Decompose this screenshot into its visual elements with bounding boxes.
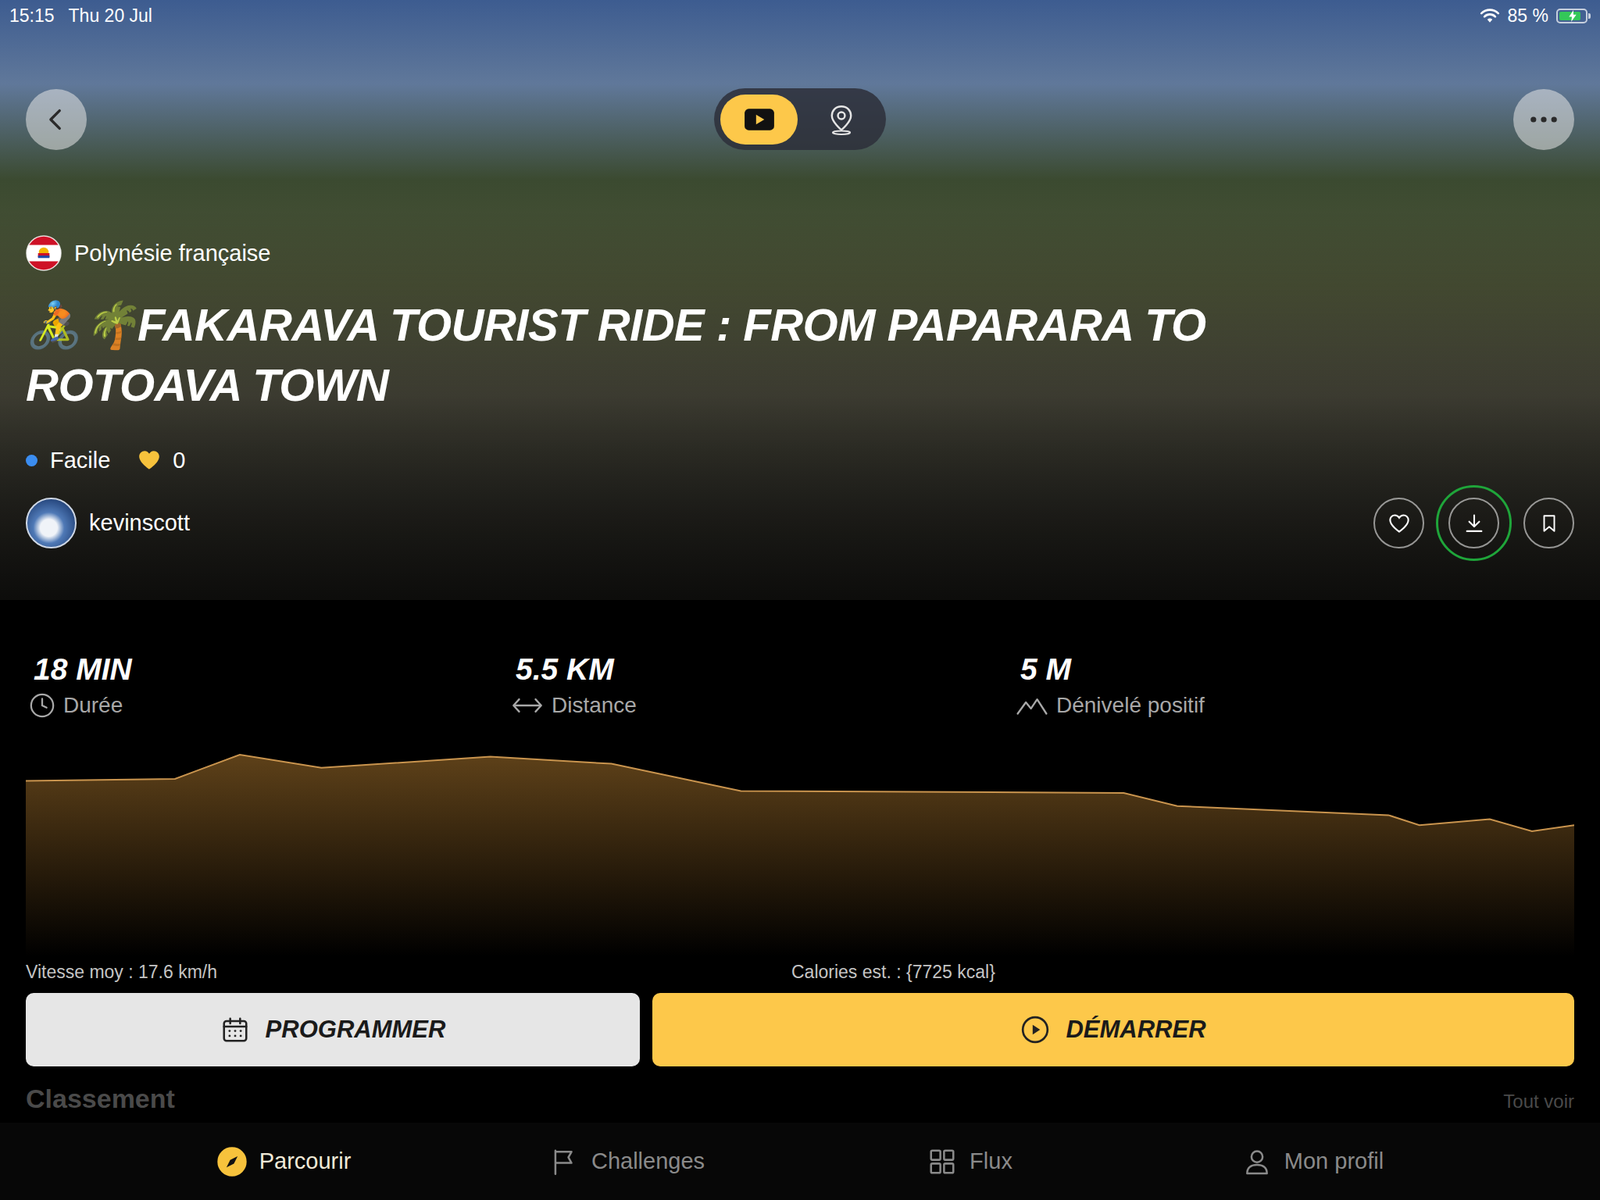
heart-icon (138, 450, 161, 471)
battery-percent: 85 % (1507, 5, 1549, 27)
heart-outline-icon (1388, 513, 1411, 534)
hero-photo: 15:15 Thu 20 Jul 85 % Polynésie française 🚴🌴… (0, 0, 1600, 600)
ride-detail-screen: 15:15 Thu 20 Jul 85 % Polynésie française 🚴🌴… (0, 0, 1600, 1200)
play-circle-icon (1020, 1014, 1050, 1045)
clock-icon (28, 692, 56, 719)
likes-count: 0 (138, 447, 186, 474)
download-button[interactable] (1448, 497, 1500, 549)
elevation-line (25, 754, 1575, 832)
flag-icon (549, 1146, 579, 1177)
chevron-left-icon (42, 106, 70, 133)
charging-icon (1568, 10, 1577, 22)
compass-icon (217, 1146, 247, 1177)
browse-tab[interactable]: Parcourir (112, 1146, 456, 1177)
bookmark-button[interactable] (1523, 497, 1575, 549)
elevation-area (25, 754, 1575, 957)
schedule-button[interactable]: PROGRAMMER (25, 992, 640, 1067)
more-dots-icon (1529, 115, 1558, 124)
author-avatar (25, 497, 77, 549)
status-bar: 15:15 Thu 20 Jul 85 % (9, 0, 1591, 32)
see-all-link[interactable]: Tout voir (1503, 1090, 1575, 1113)
back-button[interactable] (25, 89, 87, 150)
map-pin-icon (827, 103, 856, 136)
french-polynesia-flag-icon (25, 235, 62, 272)
battery-icon (1556, 8, 1591, 24)
play-video-icon (742, 106, 776, 133)
country: Polynésie française (25, 235, 1575, 272)
feed-tab[interactable]: Flux (798, 1146, 1142, 1177)
more-button[interactable] (1513, 89, 1575, 150)
bookmark-icon (1539, 513, 1560, 534)
elevation-stat: 5 MDénivelé positif (1015, 652, 1575, 720)
tab-bar: ParcourirChallengesFluxMon profil (0, 1122, 1600, 1200)
elevation-chart (25, 751, 1575, 957)
ride-title: 🚴🌴FAKARAVA TOURIST RIDE : FROM PAPARARA … (25, 294, 1354, 415)
duration-stat: 18 MINDurée (28, 652, 511, 720)
difficulty-dot (25, 454, 38, 467)
wifi-icon (1479, 7, 1500, 24)
author[interactable]: kevinscott (25, 497, 190, 549)
average-speed: Vitesse moy : 17.6 km/h (25, 960, 792, 983)
grid-icon (927, 1146, 958, 1177)
arrows-horizontal-icon (510, 692, 544, 718)
video-toggle-button[interactable] (720, 94, 798, 145)
calories-estimate: Calories est. : {7725 kcal} (791, 960, 1575, 983)
difficulty: Facile (25, 447, 111, 474)
download-icon (1463, 512, 1486, 535)
challenges-tab[interactable]: Challenges (455, 1146, 799, 1177)
distance-stat: 5.5 KMDistance (510, 652, 1016, 720)
leaderboard-header: ClassementTout voir (25, 1083, 1575, 1115)
start-button[interactable]: DÉMARRER (652, 992, 1575, 1067)
profile-tab[interactable]: Mon profil (1141, 1146, 1485, 1177)
view-toggle (714, 88, 886, 150)
status-date: Thu 20 Jul (68, 5, 153, 27)
mountain-icon (1015, 692, 1049, 718)
stats-row: 18 MINDurée5.5 KMDistance5 MDénivelé pos… (25, 652, 1575, 720)
status-time: 15:15 (9, 5, 55, 27)
like-button[interactable] (1373, 497, 1425, 549)
map-toggle-button[interactable] (802, 94, 880, 145)
person-icon (1242, 1146, 1272, 1177)
calendar-icon (220, 1014, 250, 1045)
ride-details: 18 MINDurée5.5 KMDistance5 MDénivelé pos… (0, 600, 1600, 1123)
